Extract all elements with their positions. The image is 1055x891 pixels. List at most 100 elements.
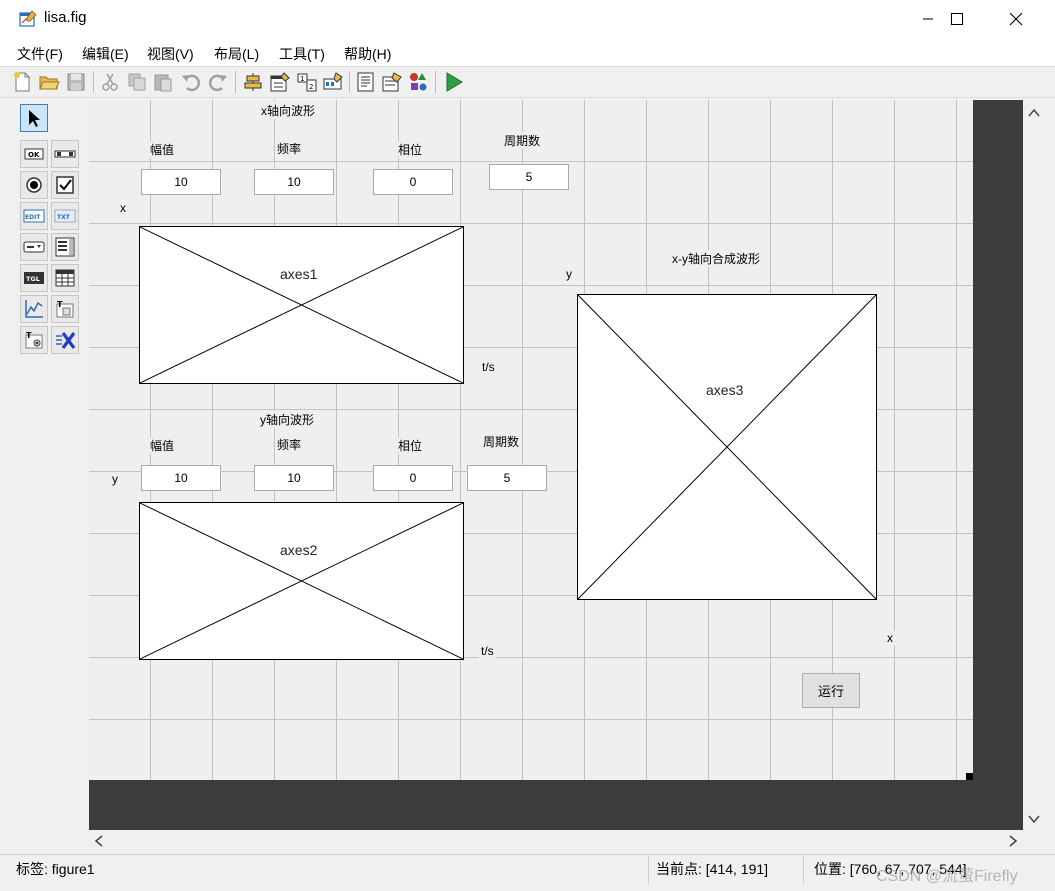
maximize-icon (951, 13, 963, 25)
y-amplitude-label: 幅值 (148, 437, 177, 454)
xy-y-axis-label: y (555, 267, 583, 281)
y-time-label: t/s (479, 644, 496, 658)
scroll-right-icon[interactable] (1006, 834, 1020, 848)
csdn-watermark: CSDN @流萤Firefly (876, 868, 1018, 885)
figure-app-icon (18, 9, 38, 29)
axes-tool[interactable] (20, 295, 48, 323)
select-tool[interactable] (20, 104, 48, 132)
x-time-label: t/s (480, 360, 497, 374)
toolbar-separator (93, 71, 94, 93)
axes3[interactable]: axes3 (577, 294, 877, 600)
listbox-tool[interactable] (51, 233, 79, 261)
toolbar-separator (235, 71, 236, 93)
menu-view[interactable]: 视图(V) (147, 44, 194, 64)
x-amplitude-label: 幅值 (148, 141, 177, 158)
axes2[interactable]: axes2 (139, 502, 464, 660)
maximize-button[interactable] (928, 0, 986, 38)
x-periods-input[interactable]: 5 (489, 164, 569, 190)
menu-file[interactable]: 文件(F) (17, 44, 63, 64)
paste-icon[interactable] (152, 71, 174, 93)
panel-tool[interactable]: T (51, 295, 79, 323)
y-axis-label: y (101, 472, 129, 486)
button-group-tool[interactable]: T (20, 326, 48, 354)
static-text-icon: TXT (54, 209, 76, 223)
xy-x-axis-label: x (876, 631, 904, 645)
axes1[interactable]: axes1 (139, 226, 464, 384)
y-phase-input[interactable]: 0 (373, 465, 453, 491)
status-separator (803, 856, 804, 884)
copy-icon[interactable] (126, 71, 148, 93)
toolbar-editor-icon[interactable] (322, 71, 344, 93)
tab-order-icon[interactable]: 12 (296, 71, 318, 93)
menu-tools[interactable]: 工具(T) (279, 44, 325, 64)
x-frequency-input[interactable]: 10 (254, 169, 334, 195)
menu-layout[interactable]: 布局(L) (214, 44, 259, 64)
new-file-icon[interactable] (11, 71, 33, 93)
scroll-left-icon[interactable] (92, 834, 106, 848)
title-bar (0, 0, 1055, 38)
svg-text:TXT: TXT (57, 214, 71, 221)
edit-text-icon: EDIT (23, 209, 45, 223)
x-amplitude-input[interactable]: 10 (141, 169, 221, 195)
align-icon[interactable] (242, 71, 264, 93)
toggle-button-tool[interactable]: TGL (20, 264, 48, 292)
panel-icon: T (56, 300, 74, 318)
x-phase-input[interactable]: 0 (373, 169, 453, 195)
undo-icon[interactable] (180, 71, 202, 93)
pushbutton-icon: OK (24, 148, 44, 160)
status-tag: 标签: figure1 (16, 861, 95, 877)
activex-tool[interactable] (51, 326, 79, 354)
y-periods-input[interactable]: 5 (467, 465, 547, 491)
static-text-tool[interactable]: TXT (51, 202, 79, 230)
y-waveform-title: y轴向波形 (258, 411, 317, 428)
figure-resize-handle[interactable] (966, 773, 973, 780)
y-phase-label: 相位 (396, 437, 425, 454)
redo-icon[interactable] (207, 71, 229, 93)
table-icon (55, 269, 75, 287)
slider-tool[interactable] (51, 140, 79, 168)
toggle-button-icon: TGL (24, 272, 44, 284)
x-phase-label: 相位 (396, 141, 425, 158)
run-button[interactable]: 运行 (802, 673, 860, 708)
layout-canvas[interactable]: x轴向波形 幅值 频率 相位 周期数 10 10 0 5 x axes1 t/s… (89, 100, 973, 780)
property-inspector-icon[interactable] (381, 71, 403, 93)
svg-text:2: 2 (309, 83, 313, 91)
checkbox-tool[interactable] (51, 171, 79, 199)
pushbutton-tool[interactable]: OK (20, 140, 48, 168)
y-frequency-label: 频率 (275, 436, 304, 453)
axes-placeholder-cross (140, 227, 463, 383)
save-icon[interactable] (65, 71, 87, 93)
arrow-icon (29, 110, 40, 127)
horizontal-scrollbar[interactable] (89, 830, 1023, 852)
run-icon[interactable] (443, 71, 465, 93)
scroll-down-icon[interactable] (1027, 812, 1041, 826)
close-button[interactable] (987, 0, 1045, 38)
menu-edit[interactable]: 编辑(E) (82, 44, 129, 64)
object-browser-icon[interactable] (407, 71, 429, 93)
open-folder-icon[interactable] (38, 71, 60, 93)
editor-icon[interactable] (355, 71, 377, 93)
cut-icon[interactable] (99, 71, 121, 93)
status-separator (648, 856, 649, 884)
scroll-up-icon[interactable] (1027, 106, 1041, 120)
x-periods-label: 周期数 (502, 132, 543, 149)
toolbar-separator (435, 71, 436, 93)
edit-text-tool[interactable]: EDIT (20, 202, 48, 230)
svg-text:1: 1 (300, 75, 304, 83)
canvas-outer-area-bottom (89, 780, 1023, 830)
axes3-tag: axes3 (706, 382, 744, 398)
y-frequency-input[interactable]: 10 (254, 465, 334, 491)
close-icon (1009, 12, 1023, 26)
menu-editor-icon[interactable] (269, 71, 291, 93)
vertical-scrollbar[interactable] (1023, 100, 1045, 830)
table-tool[interactable] (51, 264, 79, 292)
menu-help[interactable]: 帮助(H) (344, 44, 391, 64)
axes-placeholder-cross (140, 503, 463, 659)
radiobutton-tool[interactable] (20, 171, 48, 199)
y-amplitude-input[interactable]: 10 (141, 465, 221, 491)
window-title: lisa.fig (44, 9, 87, 26)
popup-menu-tool[interactable] (20, 233, 48, 261)
activex-icon (56, 332, 76, 349)
y-periods-label: 周期数 (481, 433, 522, 450)
svg-text:TGL: TGL (26, 275, 40, 283)
